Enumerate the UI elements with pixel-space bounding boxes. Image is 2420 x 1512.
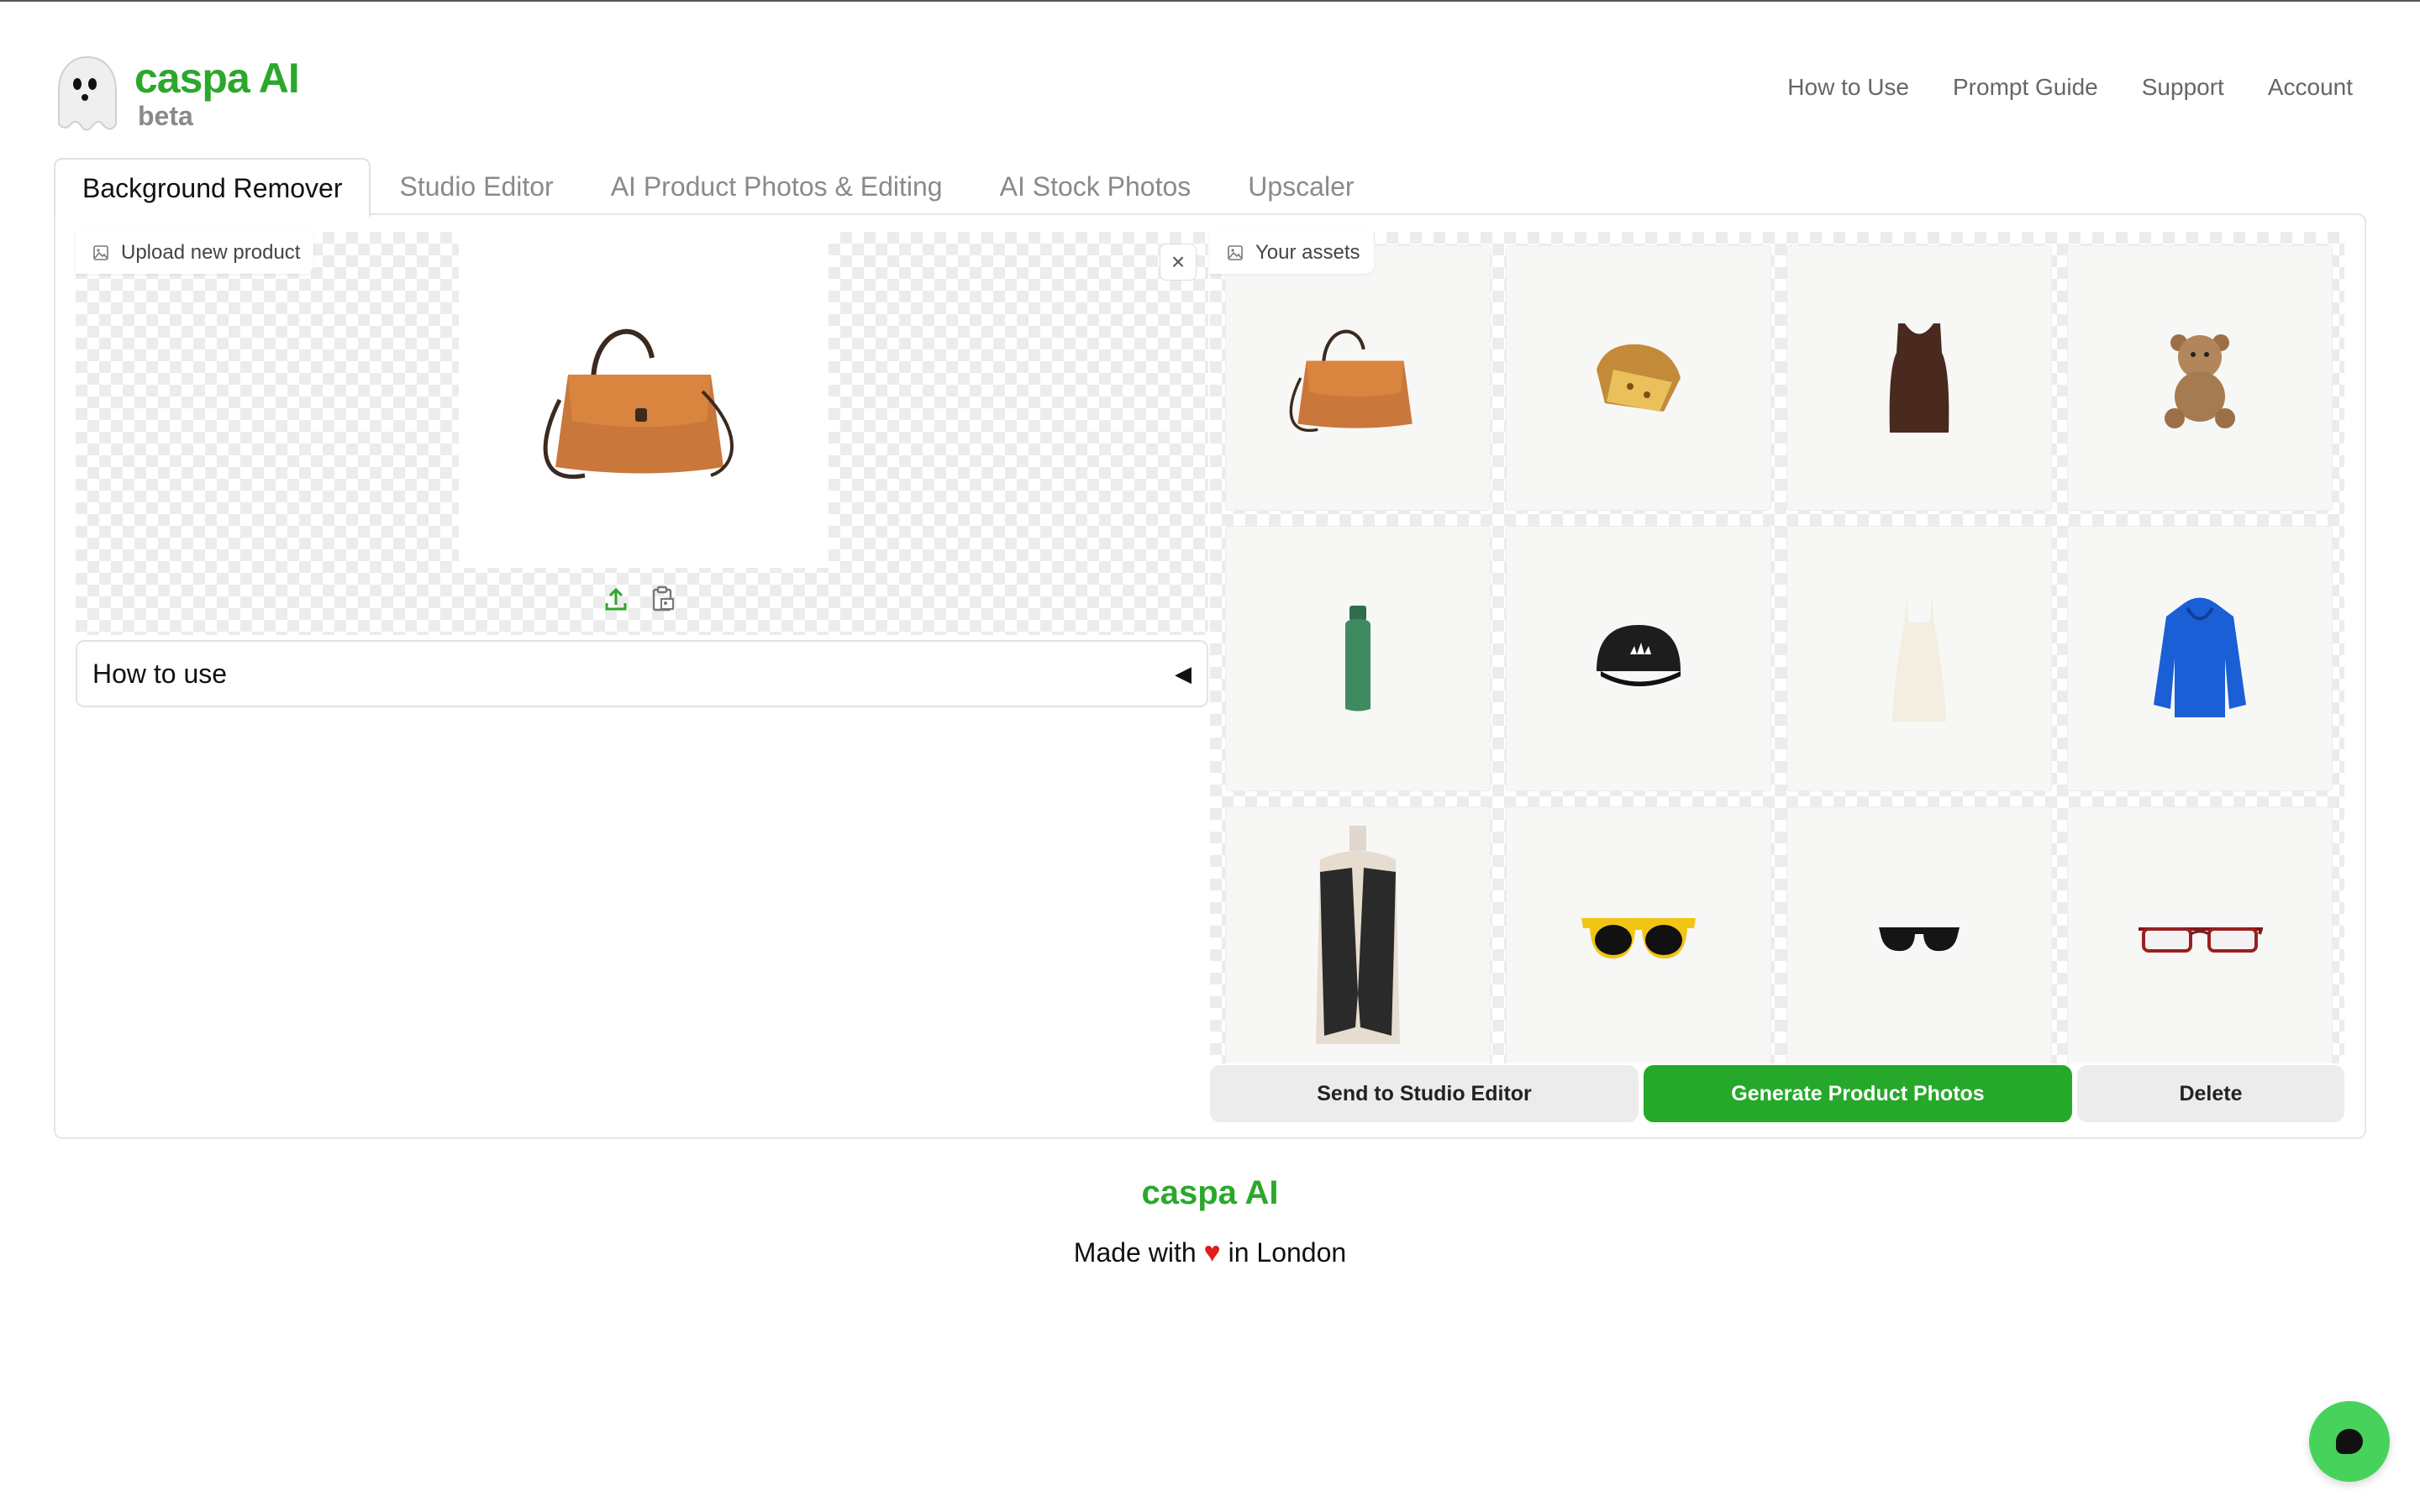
tank-top-thumbnail [1889, 323, 1949, 433]
footer-tagline: Made with ♥ in London [0, 1236, 2420, 1269]
upload-label: Upload new product [121, 241, 301, 264]
asset-cream-slip-dress[interactable] [1786, 526, 2052, 791]
your-assets-label: Your assets [1210, 232, 1374, 274]
tab-ai-stock-photos[interactable]: AI Stock Photos [971, 158, 1220, 215]
upload-icon[interactable] [602, 585, 630, 613]
asset-blue-hoodie[interactable] [2067, 526, 2333, 791]
asset-handbag[interactable] [1225, 245, 1491, 511]
logo[interactable]: caspa AI beta [54, 54, 306, 138]
asset-black-vest[interactable] [1225, 806, 1491, 1063]
teddy-bear-thumbnail [2165, 334, 2235, 428]
hoodie-thumbnail [2154, 597, 2246, 717]
asset-teddy-bear[interactable] [2067, 245, 2333, 511]
how-to-use-label: How to use [92, 658, 228, 689]
heart-icon: ♥ [1203, 1236, 1221, 1268]
send-to-studio-editor-button[interactable]: Send to Studio Editor [1210, 1065, 1639, 1122]
nav-account[interactable]: Account [2268, 74, 2353, 101]
top-nav: How to Use Prompt Guide Support Account [1787, 74, 2353, 101]
panettone-thumbnail [1597, 344, 1681, 412]
image-icon [1228, 245, 1243, 260]
chat-bubble-icon [2336, 1429, 2363, 1454]
assets-grid [1225, 245, 2333, 1063]
delete-button[interactable]: Delete [2077, 1065, 2344, 1122]
chat-launcher-button[interactable] [2309, 1401, 2390, 1482]
nav-support[interactable]: Support [2142, 74, 2224, 101]
nav-prompt-guide[interactable]: Prompt Guide [1953, 74, 2098, 101]
nav-how-to-use[interactable]: How to Use [1787, 74, 1909, 101]
tab-ai-product-photos[interactable]: AI Product Photos & Editing [582, 158, 971, 215]
asset-actions: Send to Studio Editor Generate Product P… [1210, 1065, 2344, 1122]
asset-yellow-sunglasses[interactable] [1506, 806, 1771, 1063]
slip-dress-thumbnail [1892, 596, 1946, 722]
how-to-use-accordion[interactable]: How to use ◀ [76, 640, 1208, 707]
handbag-image [543, 328, 734, 479]
beta-label: beta [138, 101, 193, 131]
bottle-thumbnail [1345, 606, 1370, 711]
asset-black-cap[interactable] [1506, 526, 1771, 791]
cap-thumbnail [1597, 625, 1681, 686]
ghost-logo-icon [58, 55, 117, 131]
image-icon [93, 245, 108, 260]
tab-upscaler[interactable]: Upscaler [1219, 158, 1382, 215]
tab-background-remover[interactable]: Background Remover [54, 158, 371, 217]
close-icon[interactable]: × [1160, 244, 1197, 281]
upload-new-product-button[interactable]: Upload new product [76, 232, 314, 274]
your-assets-text: Your assets [1255, 241, 1360, 264]
caret-left-icon: ◀ [1175, 660, 1192, 686]
assets-gallery [1210, 232, 2344, 1063]
asset-brown-tank-top[interactable] [1786, 245, 2052, 511]
canvas-tools [602, 585, 677, 613]
window-top-border [0, 0, 2420, 2]
asset-red-glasses[interactable] [2067, 806, 2333, 1063]
tab-studio-editor[interactable]: Studio Editor [371, 158, 581, 215]
brand-name: caspa AI [134, 55, 300, 102]
paste-image-icon[interactable] [649, 585, 677, 613]
asset-panettone[interactable] [1506, 245, 1771, 511]
asset-black-sunglasses[interactable] [1786, 806, 2052, 1063]
footer-made-suffix: in London [1228, 1237, 1347, 1268]
red-glasses-thumbnail [2139, 927, 2263, 953]
asset-green-bottle[interactable] [1225, 526, 1491, 791]
handbag-thumbnail [1289, 329, 1413, 433]
tool-tabs: Background Remover Studio Editor AI Prod… [54, 158, 1383, 217]
yellow-sunglasses-thumbnail [1581, 918, 1696, 959]
footer-brand: caspa AI [1141, 1174, 1279, 1211]
product-preview [459, 232, 829, 568]
footer-made-prefix: Made with [1073, 1237, 1197, 1268]
generate-product-photos-button[interactable]: Generate Product Photos [1644, 1065, 2072, 1122]
black-sunglasses-thumbnail [1879, 927, 1960, 952]
vest-thumbnail [1316, 826, 1400, 1044]
